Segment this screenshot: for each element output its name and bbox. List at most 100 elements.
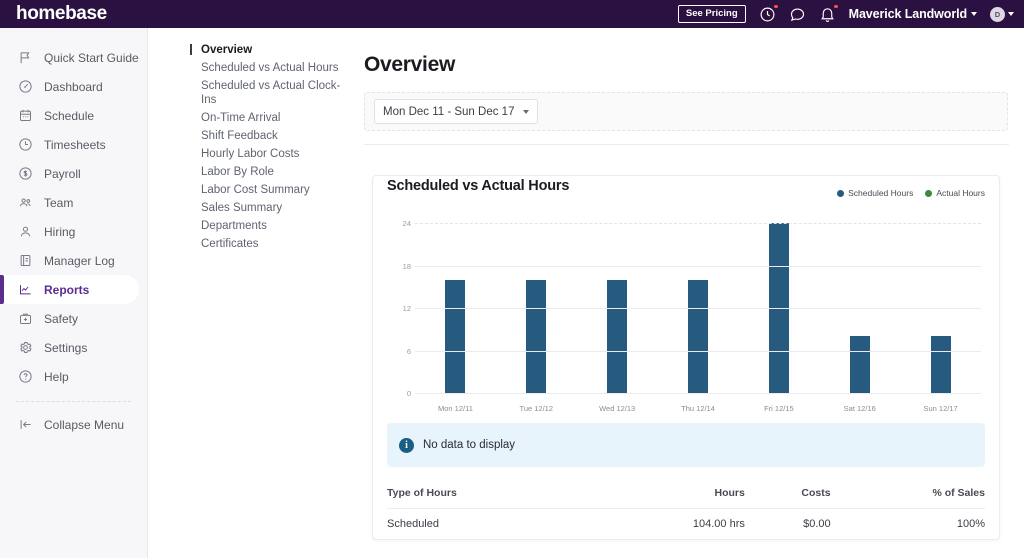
sidebar-item-timesheets[interactable]: Timesheets (0, 130, 147, 159)
subnav-item-hourly-labor-costs[interactable]: Hourly Labor Costs (188, 145, 349, 163)
subnav-item-sales-summary[interactable]: Sales Summary (188, 199, 349, 217)
bar-chart: 06121824 Mon 12/11Tue 12/12Wed 12/13Thu … (387, 215, 985, 415)
chart-x-axis-tick: Tue 12/12 (496, 404, 577, 413)
sidebar-item-settings[interactable]: Settings (0, 333, 147, 362)
sidebar-label: Reports (44, 283, 89, 297)
table-header: Type of Hours Hours Costs % of Sales (387, 481, 985, 509)
bell-icon[interactable] (819, 6, 836, 23)
sidebar-label: Payroll (44, 167, 81, 181)
scheduled-vs-actual-hours-card: Scheduled vs Actual Hours Scheduled Hour… (372, 175, 1000, 540)
chart-y-axis-tick: 6 (387, 347, 411, 356)
table-body: Scheduled104.00 hrs$0.00100% (387, 509, 985, 540)
chart-bar[interactable] (607, 280, 627, 393)
gear-icon (18, 340, 33, 355)
chart-title: Scheduled vs Actual Hours (387, 178, 569, 194)
chart-x-axis-tick: Sun 12/17 (900, 404, 981, 413)
chart-icon (18, 282, 33, 297)
avatar-chevron-down-icon (1008, 12, 1014, 16)
sidebar-label: Manager Log (44, 254, 115, 268)
chevron-down-icon (523, 110, 529, 114)
sidebar-label: Timesheets (44, 138, 106, 152)
column-header-type-of-hours: Type of Hours (387, 481, 592, 509)
calendar-icon (18, 108, 33, 123)
date-range-value: Mon Dec 11 - Sun Dec 17 (383, 106, 514, 118)
subnav-item-on-time-arrival[interactable]: On-Time Arrival (188, 109, 349, 127)
subnav-item-scheduled-vs-actual-hours[interactable]: Scheduled vs Actual Hours (188, 59, 349, 77)
sidebar-item-team[interactable]: Team (0, 188, 147, 217)
sidebar-item-manager-log[interactable]: Manager Log (0, 246, 147, 275)
sidebar-item-schedule[interactable]: Schedule (0, 101, 147, 130)
date-range-select[interactable]: Mon Dec 11 - Sun Dec 17 (374, 99, 538, 124)
info-icon: i (399, 438, 414, 453)
legend-color-swatch (925, 190, 932, 197)
column-header-hours: Hours (592, 481, 745, 509)
chart-gridline (415, 223, 981, 224)
clock-icon[interactable] (759, 6, 776, 23)
sidebar-item-payroll[interactable]: Payroll (0, 159, 147, 188)
sidebar-label: Team (44, 196, 73, 210)
avatar: D (990, 7, 1005, 22)
primary-sidebar: Quick Start Guide Dashboard Schedule Tim… (0, 28, 148, 558)
chart-y-axis-tick: 24 (387, 219, 411, 228)
content-divider (364, 144, 1009, 145)
question-circle-icon (18, 369, 33, 384)
sidebar-item-hiring[interactable]: Hiring (0, 217, 147, 246)
sidebar-item-dashboard[interactable]: Dashboard (0, 72, 147, 101)
subnav-item-departments[interactable]: Departments (188, 217, 349, 235)
top-navigation-bar: homebase See Pricing Ma (0, 0, 1024, 28)
sidebar-item-reports[interactable]: Reports (0, 275, 139, 304)
legend-item-scheduled-hours[interactable]: Scheduled Hours (837, 188, 913, 198)
chart-legend: Scheduled Hours Actual Hours (837, 188, 985, 198)
chart-bar[interactable] (526, 280, 546, 393)
hours-summary-table: Type of Hours Hours Costs % of Sales Sch… (387, 481, 985, 539)
avatar-menu[interactable]: D (990, 7, 1014, 22)
subnav-item-labor-by-role[interactable]: Labor By Role (188, 163, 349, 181)
table-header-row: Type of Hours Hours Costs % of Sales (387, 481, 985, 509)
chart-x-axis-tick: Fri 12/15 (738, 404, 819, 413)
chart-bar[interactable] (931, 336, 951, 393)
column-header-pct-of-sales: % of Sales (831, 481, 985, 509)
chart-y-axis-tick: 12 (387, 304, 411, 313)
gauge-icon (18, 79, 33, 94)
legend-color-swatch (837, 190, 844, 197)
sidebar-collapse-menu[interactable]: Collapse Menu (0, 410, 147, 439)
no-data-text: No data to display (423, 439, 515, 451)
chart-x-axis-tick: Wed 12/13 (577, 404, 658, 413)
first-aid-icon (18, 311, 33, 326)
chart-x-axis-tick: Mon 12/11 (415, 404, 496, 413)
subnav-item-labor-cost-summary[interactable]: Labor Cost Summary (188, 181, 349, 199)
person-icon (18, 224, 33, 239)
sidebar-nav-list: Quick Start Guide Dashboard Schedule Tim… (0, 28, 147, 439)
chart-x-axis-tick: Thu 12/14 (658, 404, 739, 413)
account-name-label: Maverick Landworld (849, 7, 967, 21)
see-pricing-button[interactable]: See Pricing (678, 5, 746, 23)
table-row: Scheduled104.00 hrs$0.00100% (387, 509, 985, 540)
subnav-item-certificates[interactable]: Certificates (188, 235, 349, 253)
sidebar-item-quick-start-guide[interactable]: Quick Start Guide (0, 43, 147, 72)
subnav-item-overview[interactable]: Overview (188, 41, 349, 59)
sidebar-divider (16, 401, 131, 402)
sidebar-item-safety[interactable]: Safety (0, 304, 147, 333)
legend-label: Actual Hours (936, 188, 985, 198)
card-header: Scheduled vs Actual Hours Scheduled Hour… (387, 176, 985, 205)
sidebar-label: Schedule (44, 109, 94, 123)
sidebar-label: Safety (44, 312, 78, 326)
subnav-item-shift-feedback[interactable]: Shift Feedback (188, 127, 349, 145)
sidebar-item-help[interactable]: Help (0, 362, 147, 391)
chart-plot-area: 06121824 (415, 223, 981, 393)
chevron-down-icon (971, 12, 977, 16)
legend-item-actual-hours[interactable]: Actual Hours (925, 188, 985, 198)
subnav-item-scheduled-vs-actual-clock-ins[interactable]: Scheduled vs Actual Clock-Ins (188, 77, 349, 109)
account-menu[interactable]: Maverick Landworld (849, 7, 977, 21)
chart-bar[interactable] (445, 280, 465, 393)
table-cell: 104.00 hrs (592, 509, 745, 540)
brand-logo[interactable]: homebase (0, 3, 148, 25)
page-title: Overview (349, 28, 1024, 77)
flag-icon (18, 50, 33, 65)
chat-icon[interactable] (789, 6, 806, 23)
sidebar-label: Hiring (44, 225, 75, 239)
clock-notification-dot (774, 5, 778, 9)
sidebar-label: Help (44, 370, 69, 384)
chart-bar[interactable] (688, 280, 708, 393)
chart-bar[interactable] (850, 336, 870, 393)
